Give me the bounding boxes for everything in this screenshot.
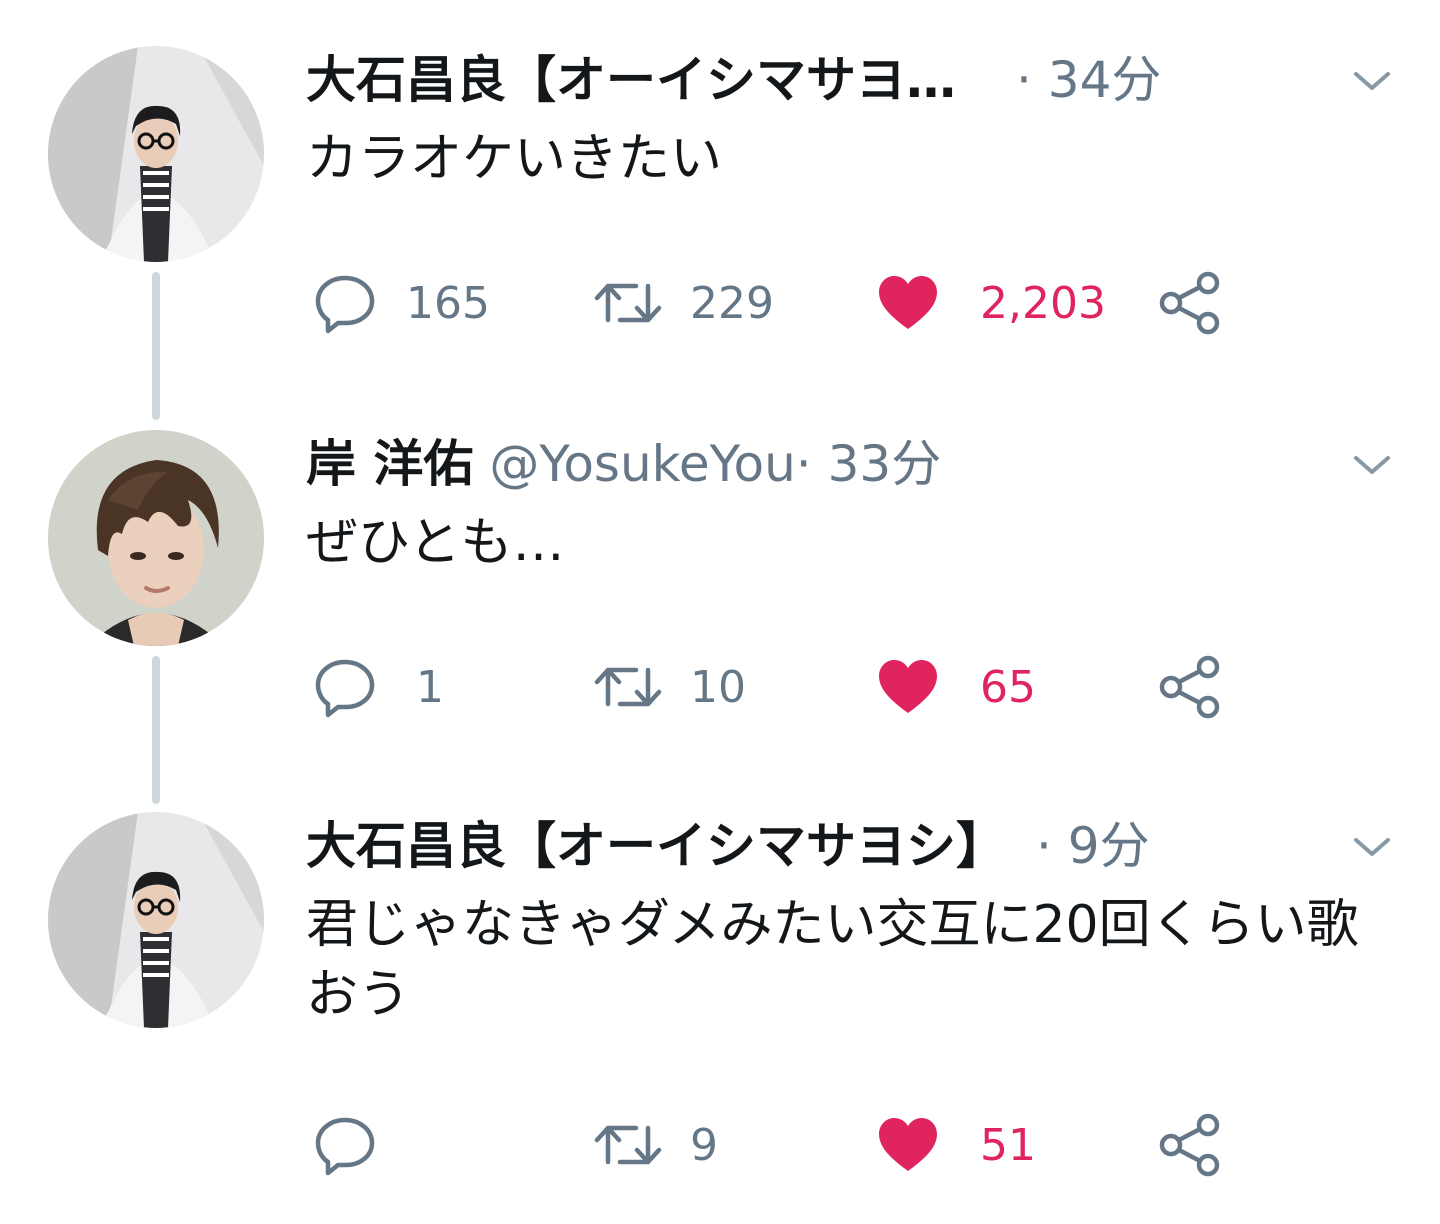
- timestamp[interactable]: · 9分: [1036, 816, 1150, 876]
- tweet-header: 大石昌良【オーイシマサヨシ】 · 9分: [306, 816, 1306, 876]
- tweet-text: ぜひとも…: [306, 513, 565, 573]
- tweet-text: カラオケいきたい: [306, 129, 723, 189]
- reply-button[interactable]: 1: [314, 652, 444, 722]
- retweet-button[interactable]: 10: [592, 652, 746, 722]
- avatar[interactable]: [48, 46, 264, 262]
- timestamp[interactable]: · 33分: [796, 434, 941, 494]
- retweet-count: 9: [690, 1119, 718, 1171]
- share-icon: [1159, 655, 1220, 719]
- share-button[interactable]: [1158, 652, 1222, 722]
- reply-button[interactable]: [314, 1110, 376, 1180]
- like-button[interactable]: 65: [876, 652, 1036, 722]
- share-icon: [1159, 271, 1220, 335]
- chevron-down-icon[interactable]: [1350, 66, 1394, 96]
- avatar[interactable]: [48, 812, 264, 1028]
- chevron-down-icon[interactable]: [1350, 450, 1394, 480]
- reply-icon: [315, 659, 375, 718]
- tweet[interactable]: 大石昌良【オーイシマサヨシ】 · 9分 君じゃなきゃダメみたい交互に20回くらい…: [0, 804, 1440, 1224]
- reply-count: 1: [416, 661, 444, 713]
- like-count: 65: [980, 661, 1036, 713]
- chevron-down-icon[interactable]: [1350, 832, 1394, 862]
- tweet-actions: 1 10 65: [306, 652, 1306, 722]
- tweet-actions: 9 51: [306, 1110, 1306, 1180]
- retweet-count: 229: [690, 277, 774, 329]
- reply-icon: [315, 1117, 375, 1176]
- heart-icon: [879, 660, 937, 713]
- username-handle[interactable]: @YosukeYou: [489, 434, 795, 494]
- heart-icon: [879, 276, 937, 329]
- share-button[interactable]: [1158, 268, 1222, 338]
- tweet[interactable]: 岸 洋佑 @YosukeYou · 33分 ぜひとも… 1 10 65: [0, 420, 1440, 804]
- retweet-count: 10: [690, 661, 746, 713]
- retweet-button[interactable]: 229: [592, 268, 774, 338]
- avatar[interactable]: [48, 430, 264, 646]
- reply-count: 165: [406, 277, 490, 329]
- like-count: 51: [980, 1119, 1036, 1171]
- tweet-text: 君じゃなきゃダメみたい交互に20回くらい歌おう: [306, 895, 1359, 1025]
- tweet-header: 岸 洋佑 @YosukeYou · 33分: [306, 434, 1186, 494]
- tweet-header: 大石昌良【オーイシマサヨ… · 34分: [306, 50, 1186, 110]
- retweet-icon: [594, 283, 662, 323]
- display-name[interactable]: 大石昌良【オーイシマサヨシ】: [306, 816, 1006, 876]
- retweet-icon: [594, 1125, 662, 1165]
- display-name[interactable]: 大石昌良【オーイシマサヨ…: [306, 50, 956, 110]
- tweet-actions: 165 229 2,203: [306, 268, 1306, 338]
- share-icon: [1159, 1113, 1220, 1177]
- heart-icon: [879, 1118, 937, 1171]
- tweet[interactable]: 大石昌良【オーイシマサヨ… · 34分 カラオケいきたい 165 229 2,2…: [0, 0, 1440, 420]
- reply-icon: [315, 275, 375, 334]
- like-button[interactable]: 2,203: [876, 268, 1106, 338]
- like-count: 2,203: [980, 277, 1106, 329]
- reply-button[interactable]: 165: [314, 268, 490, 338]
- share-button[interactable]: [1158, 1110, 1222, 1180]
- timestamp[interactable]: · 34分: [1016, 50, 1161, 110]
- retweet-icon: [594, 667, 662, 707]
- display-name[interactable]: 岸 洋佑: [306, 434, 473, 494]
- like-button[interactable]: 51: [876, 1110, 1036, 1180]
- retweet-button[interactable]: 9: [592, 1110, 718, 1180]
